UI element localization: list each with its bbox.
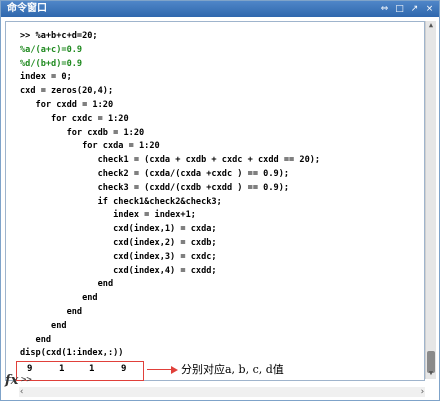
scroll-up-icon[interactable]: ▲ — [426, 21, 436, 31]
code-line: cxd(index,1) = cxda; — [20, 224, 217, 235]
code-line: end — [20, 293, 98, 304]
annotation-text: 分别对应a, b, c, d值 — [181, 363, 284, 376]
code-line: for cxdd = 1:20 — [20, 99, 114, 110]
maximize-icon[interactable]: □ — [394, 2, 405, 16]
code-line: cxd = zeros(20,4); — [20, 86, 114, 97]
code-line: cxd(index,4) = cxdd; — [20, 265, 217, 276]
fx-icon[interactable]: fx — [5, 373, 18, 388]
code-line: check3 = (cxdd/(cxdb +cxdd ) == 0.9); — [20, 182, 290, 193]
code-line: end — [20, 320, 67, 331]
code-line: >> %a+b+c+d=20; — [20, 31, 98, 41]
result-value-a: 9 — [27, 364, 33, 374]
code-line: check2 = (cxda/(cxda +cxdc ) == 0.9); — [20, 168, 290, 179]
code-listing: >> %a+b+c+d=20; %a/(a+c)=0.9 %d/(b+d)=0.9 i… — [20, 30, 320, 361]
code-line: %a/(a+c)=0.9 — [20, 44, 83, 55]
scroll-down-icon[interactable]: ▼ — [426, 369, 436, 379]
code-line: %d/(b+d)=0.9 — [20, 58, 83, 69]
code-line: for cxdb = 1:20 — [20, 127, 145, 138]
code-line: index = 0; — [20, 72, 72, 83]
scroll-left-icon[interactable]: ‹ — [19, 387, 24, 397]
result-value-d: 9 — [121, 364, 127, 374]
undock-icon[interactable]: ⇔ — [379, 2, 390, 16]
close-icon[interactable]: × — [424, 2, 435, 16]
window-controls: ⇔ □ ↗ × — [379, 2, 435, 16]
scroll-right-icon[interactable]: › — [420, 387, 425, 397]
command-output-area[interactable]: >> %a+b+c+d=20; %a/(a+c)=0.9 %d/(b+d)=0.9 i… — [5, 21, 425, 381]
code-line: end — [20, 334, 52, 345]
code-line: if check1&check2&check3; — [20, 196, 222, 207]
command-prompt[interactable]: >> — [21, 375, 32, 385]
vertical-scrollbar[interactable]: ▲ ▼ — [425, 21, 436, 379]
code-line: for cxdc = 1:20 — [20, 113, 129, 124]
popout-icon[interactable]: ↗ — [409, 2, 420, 16]
result-value-b: 1 — [59, 364, 65, 374]
code-line: check1 = (cxda + cxdb + cxdc + cxdd == 2… — [20, 155, 321, 166]
code-line: for cxda = 1:20 — [20, 141, 160, 152]
horizontal-scrollbar[interactable]: ‹ › — [19, 387, 425, 397]
result-value-c: 1 — [89, 364, 95, 374]
code-line: end — [20, 279, 114, 290]
code-line: cxd(index,3) = cxdc; — [20, 251, 217, 262]
code-line: disp(cxd(1:index,:)) — [20, 348, 124, 359]
code-line: index = index+1; — [20, 210, 196, 221]
window-title: 命令窗口 — [7, 3, 47, 14]
arrow-head-icon — [171, 366, 178, 374]
result-highlight-box: 9 1 1 9 — [16, 361, 144, 381]
command-window: 命令窗口 ⇔ □ ↗ × >> %a+b+c+d=20; %a/(a+c)=0.9… — [0, 0, 440, 401]
code-line: end — [20, 306, 83, 317]
title-bar: 命令窗口 ⇔ □ ↗ × — [1, 1, 439, 17]
code-line: cxd(index,2) = cxdb; — [20, 237, 217, 248]
